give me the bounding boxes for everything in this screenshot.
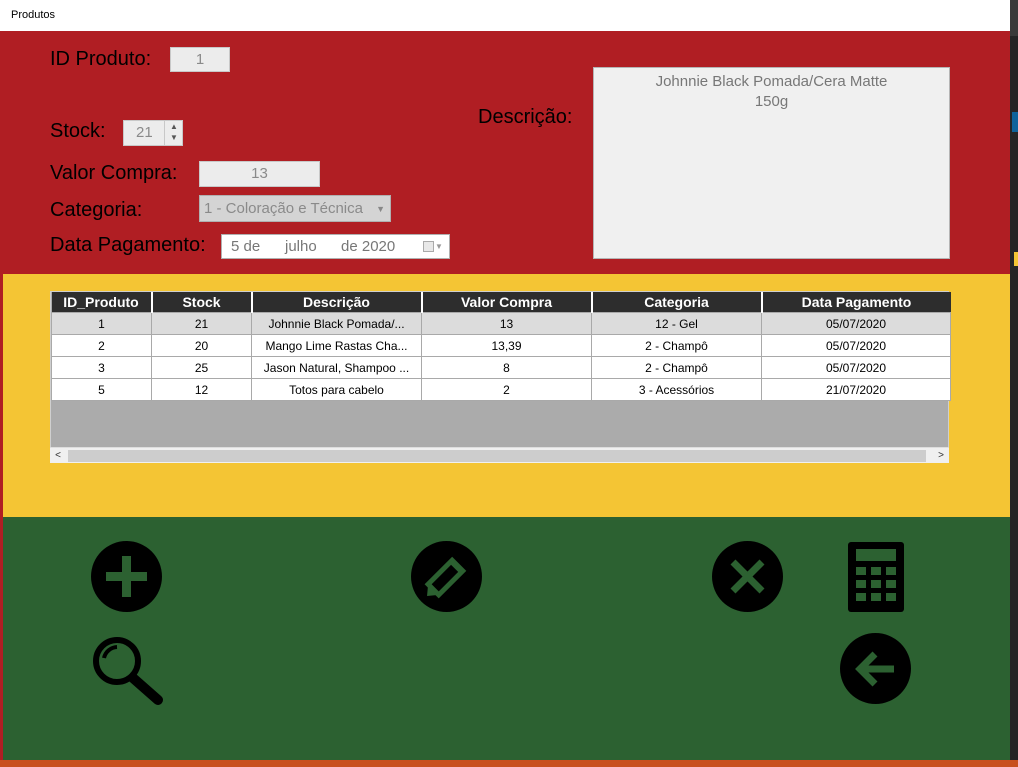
title-bar: Produtos (0, 0, 1010, 31)
date-month: julho (285, 238, 317, 255)
header-row: ID_Produto Stock Descrição Valor Compra … (51, 292, 951, 313)
valor-compra-field[interactable]: 13 (199, 161, 320, 187)
table-row[interactable]: 1 21 Johnnie Black Pomada/... 13 12 - Ge… (51, 312, 951, 335)
table-cell[interactable]: 2 (51, 334, 152, 357)
calculator-button[interactable] (848, 542, 904, 612)
table-cell[interactable]: Jason Natural, Shampoo ... (251, 356, 422, 379)
data-pagamento-label: Data Pagamento: (50, 234, 206, 256)
add-icon (106, 556, 147, 597)
chevron-down-icon[interactable]: ▼ (376, 196, 385, 222)
taskbar-edge (0, 760, 1018, 767)
data-pagamento-picker[interactable]: 5 de julho de 2020 ▼ (221, 234, 450, 259)
table-row[interactable]: 3 25 Jason Natural, Shampoo ... 8 2 - Ch… (51, 356, 951, 379)
column-header[interactable]: Descrição (251, 292, 423, 313)
descricao-label: Descrição: (478, 106, 573, 128)
categoria-value: 1 - Coloração e Técnica (204, 200, 363, 217)
back-button[interactable] (840, 633, 911, 704)
date-year: de 2020 (341, 238, 396, 255)
table-row[interactable]: 5 12 Totos para cabelo 2 3 - Acessórios … (51, 378, 951, 401)
table-cell[interactable]: Mango Lime Rastas Cha... (251, 334, 422, 357)
table-cell[interactable]: Johnnie Black Pomada/... (251, 312, 422, 335)
edit-icon (424, 556, 467, 599)
date-dropdown-icon[interactable]: ▼ (435, 235, 443, 259)
scroll-left-icon[interactable]: < (50, 448, 66, 464)
descricao-line-1: Johnnie Black Pomada/Cera Matte (655, 73, 888, 90)
table-cell[interactable]: 12 (151, 378, 252, 401)
id-produto-field[interactable]: 1 (170, 47, 230, 72)
table-cell[interactable]: 2 - Champô (591, 334, 762, 357)
date-day: 5 de (231, 238, 261, 255)
calendar-icon[interactable] (423, 241, 434, 252)
table-cell[interactable]: 2 (421, 378, 592, 401)
products-grid[interactable]: ID_Produto Stock Descrição Valor Compra … (50, 291, 951, 463)
table-cell[interactable]: 25 (151, 356, 252, 379)
scroll-right-icon[interactable]: > (933, 448, 949, 464)
table-cell[interactable]: 21/07/2020 (761, 378, 951, 401)
table-cell[interactable]: 13 (421, 312, 592, 335)
table-row[interactable]: 2 20 Mango Lime Rastas Cha... 13,39 2 - … (51, 334, 951, 357)
table-cell[interactable]: 5 (51, 378, 152, 401)
table-cell[interactable]: 12 - Gel (591, 312, 762, 335)
delete-icon (730, 559, 765, 594)
spin-up-icon[interactable]: ▲ (165, 121, 183, 132)
table-cell[interactable]: 05/07/2020 (761, 356, 951, 379)
calculator-icon (848, 542, 904, 612)
horizontal-scrollbar[interactable]: < > (50, 447, 949, 463)
delete-button[interactable] (712, 541, 783, 612)
descricao-line-2: 150g (754, 93, 789, 110)
column-header[interactable]: Valor Compra (421, 292, 593, 313)
back-arrow-icon (855, 651, 894, 687)
spin-down-icon[interactable]: ▼ (165, 132, 183, 143)
table-cell[interactable]: 13,39 (421, 334, 592, 357)
categoria-label: Categoria: (50, 199, 143, 221)
stock-label: Stock: (50, 120, 106, 142)
products-table: ID_Produto Stock Descrição Valor Compra … (51, 292, 951, 401)
scroll-thumb[interactable] (68, 450, 926, 462)
add-button[interactable] (91, 541, 162, 612)
table-cell[interactable]: 2 - Champô (591, 356, 762, 379)
search-icon (93, 637, 163, 705)
column-header[interactable]: Data Pagamento (761, 292, 951, 313)
table-cell[interactable]: 1 (51, 312, 152, 335)
background-strip-top (1010, 0, 1018, 36)
background-strip-marker (1014, 252, 1018, 266)
background-strip-accent (1012, 112, 1018, 132)
window-title: Produtos (11, 9, 56, 21)
column-header[interactable]: Categoria (591, 292, 763, 313)
id-produto-label: ID Produto: (50, 48, 152, 70)
table-cell[interactable]: 20 (151, 334, 252, 357)
table-cell[interactable]: Totos para cabelo (251, 378, 422, 401)
table-cell[interactable]: 05/07/2020 (761, 334, 951, 357)
edit-button[interactable] (411, 541, 482, 612)
column-header[interactable]: Stock (151, 292, 253, 313)
table-cell[interactable]: 3 (51, 356, 152, 379)
search-button[interactable] (90, 636, 164, 706)
table-cell[interactable]: 21 (151, 312, 252, 335)
table-cell[interactable]: 8 (421, 356, 592, 379)
categoria-select[interactable]: 1 - Coloração e Técnica ▼ (199, 195, 391, 222)
table-cell[interactable]: 05/07/2020 (761, 312, 951, 335)
column-header[interactable]: ID_Produto (51, 292, 153, 313)
valor-compra-label: Valor Compra: (50, 162, 178, 184)
descricao-textarea[interactable]: Johnnie Black Pomada/Cera Matte 150g (593, 67, 950, 259)
table-cell[interactable]: 3 - Acessórios (591, 378, 762, 401)
stock-value: 21 (136, 124, 153, 141)
stock-spinner[interactable]: ▲ ▼ (164, 121, 183, 145)
